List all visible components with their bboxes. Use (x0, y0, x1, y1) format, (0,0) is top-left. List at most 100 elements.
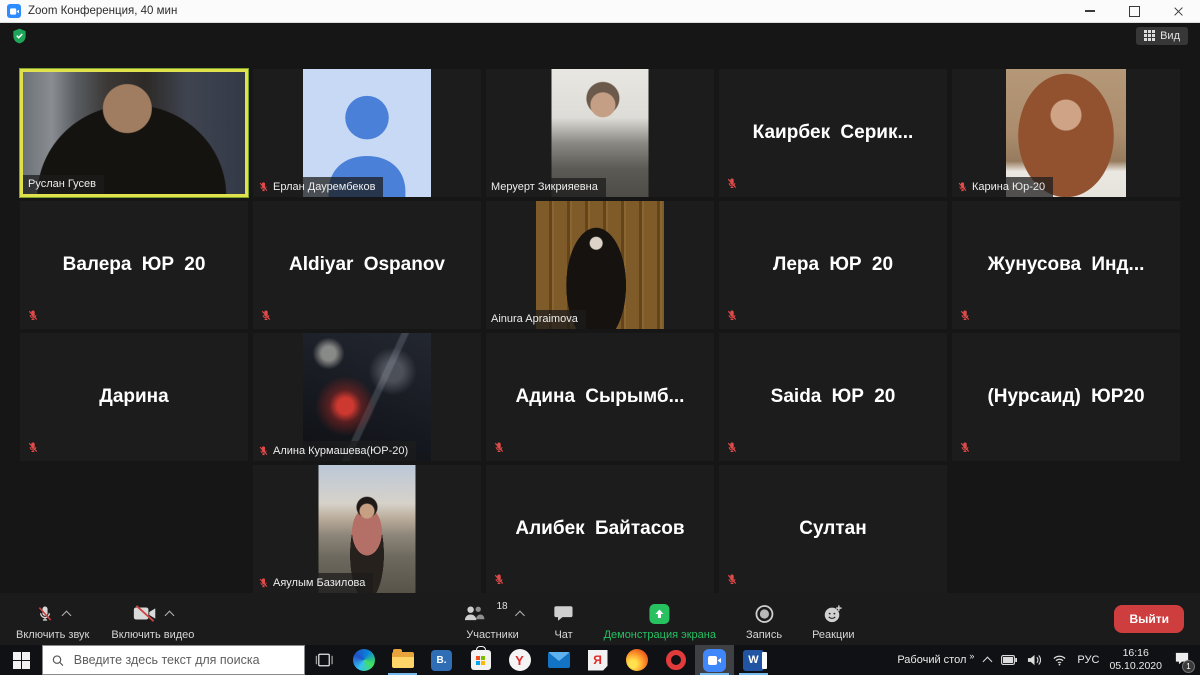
mic-muted-icon (36, 604, 54, 624)
chat-button[interactable]: Чат (554, 598, 574, 641)
yandex-icon: Я (588, 650, 608, 671)
participant-tile[interactable]: Меруерт Зикрияевна (486, 69, 714, 197)
audio-options-chevron[interactable] (61, 611, 71, 621)
record-button[interactable]: Запись (746, 598, 782, 641)
participant-name-label: Карина Юр-20 (952, 177, 1053, 197)
taskbar-icon-mail[interactable] (539, 645, 578, 675)
muted-mic-icon (27, 309, 39, 322)
muted-mic-icon (957, 181, 968, 193)
taskbar-icon-microsoft-store[interactable] (461, 645, 500, 675)
microsoft-store-icon (471, 650, 491, 670)
muted-mic-icon (258, 181, 269, 193)
zoom-app-icon (7, 4, 21, 18)
participant-tile[interactable]: Дарина (20, 333, 248, 461)
taskbar-icon-vk[interactable]: B. (422, 645, 461, 675)
participant-tile[interactable]: Жунусова Инд... (952, 201, 1180, 329)
meeting-topbar: Вид (0, 23, 1200, 48)
muted-mic-icon (959, 441, 971, 454)
toolbar-overflow-chevron[interactable]: » (969, 651, 974, 661)
participant-tile[interactable]: Лера ЮР 20 (719, 201, 947, 329)
firefox-icon (626, 649, 648, 671)
start-video-button[interactable]: Включить видео (111, 598, 194, 641)
taskbar-search[interactable] (42, 645, 305, 675)
taskbar-icon-zoom[interactable] (695, 645, 734, 675)
camera-muted-icon (133, 604, 157, 623)
participants-options-chevron[interactable] (515, 611, 525, 621)
window-title: Zoom Конференция, 40 мин (28, 5, 177, 17)
participant-tile[interactable]: Ерлан Даурембеков (253, 69, 481, 197)
muted-mic-icon (726, 177, 738, 190)
participant-name-label: Руслан Гусев (23, 175, 104, 194)
maximize-button[interactable] (1112, 0, 1156, 22)
search-input[interactable] (72, 652, 295, 668)
participant-name-label: Ерлан Даурембеков (253, 177, 383, 197)
participant-tile[interactable]: Валера ЮР 20 (20, 201, 248, 329)
speaker-icon[interactable] (1027, 654, 1042, 666)
participant-tile[interactable]: Saida ЮР 20 (719, 333, 947, 461)
share-screen-button[interactable]: Демонстрация экрана (604, 598, 716, 641)
task-view-button[interactable] (305, 645, 344, 675)
muted-mic-icon (726, 309, 738, 322)
participant-tile[interactable]: Каирбек Серик... (719, 69, 947, 197)
language-indicator[interactable]: РУС (1077, 654, 1099, 666)
taskbar-icon-firefox[interactable] (617, 645, 656, 675)
participants-count-badge: 18 (496, 601, 507, 612)
muted-mic-icon (726, 441, 738, 454)
participant-tile[interactable]: Султан (719, 465, 947, 593)
muted-mic-icon (493, 441, 505, 454)
participant-tile[interactable]: Карина Юр-20 (952, 69, 1180, 197)
notification-count-badge: 1 (1182, 660, 1195, 673)
participants-button[interactable]: 18 Участники (461, 598, 523, 641)
start-button[interactable] (0, 645, 42, 675)
security-shield-icon[interactable] (12, 28, 27, 44)
muted-mic-icon (726, 573, 738, 586)
chat-icon (554, 604, 574, 623)
participant-tile[interactable]: Aldiyar Ospanov (253, 201, 481, 329)
close-button[interactable] (1156, 0, 1200, 22)
participant-tile[interactable]: (Нурсаид) ЮР20 (952, 333, 1180, 461)
video-grid: Руслан Гусев Ерлан Даурембеков Ме (20, 69, 1180, 593)
participant-tile[interactable]: Алибек Байтасов (486, 465, 714, 593)
participant-name-label: Аяулым Базилова (253, 573, 373, 593)
taskbar-icon-edge[interactable] (344, 645, 383, 675)
tray-date: 05.10.2020 (1109, 660, 1162, 673)
taskbar-icon-yandex-browser[interactable]: Y (500, 645, 539, 675)
share-screen-icon (650, 604, 670, 624)
unmute-button[interactable]: Включить звук (16, 598, 89, 641)
battery-icon[interactable] (1001, 655, 1017, 665)
muted-mic-icon (260, 309, 272, 322)
participant-name-label: Алина Курмашева(ЮР-20) (253, 441, 416, 461)
participant-tile[interactable]: Адина Сырымб... (486, 333, 714, 461)
desktop-toolbar[interactable]: Рабочий стол » (897, 654, 974, 666)
muted-mic-icon (493, 573, 505, 586)
participant-name-label: Меруерт Зикрияевна (486, 178, 606, 197)
leave-button[interactable]: Выйти (1114, 605, 1184, 633)
taskbar-icon-word[interactable]: W (734, 645, 773, 675)
windows-taskbar: B. Y Я W Рабочий стол » РУС 16:16 05.10.… (0, 645, 1200, 675)
meeting-area: Вид Руслан Гусев Ерлан Даурембек (0, 23, 1200, 645)
window-titlebar: Zoom Конференция, 40 мин (0, 0, 1200, 23)
word-icon: W (743, 650, 764, 671)
minimize-button[interactable] (1068, 0, 1112, 22)
participant-tile[interactable]: Алина Курмашева(ЮР-20) (253, 333, 481, 461)
taskbar-icon-file-explorer[interactable] (383, 645, 422, 675)
file-explorer-icon (392, 652, 414, 668)
yandex-browser-icon: Y (509, 649, 531, 671)
windows-logo-icon (13, 652, 30, 669)
gallery-view-icon (1144, 30, 1155, 41)
video-options-chevron[interactable] (164, 611, 174, 621)
search-icon (52, 654, 64, 667)
taskbar-clock[interactable]: 16:16 05.10.2020 (1109, 647, 1162, 673)
participant-tile[interactable]: Аяулым Базилова (253, 465, 481, 593)
wifi-icon[interactable] (1052, 654, 1067, 666)
participant-tile[interactable]: Ainura Apraimova (486, 201, 714, 329)
participant-tile[interactable]: Руслан Гусев (20, 69, 248, 197)
hidden-icons-chevron[interactable] (983, 656, 993, 666)
view-button[interactable]: Вид (1136, 27, 1188, 45)
taskbar-icon-yandex[interactable]: Я (578, 645, 617, 675)
reactions-button[interactable]: Реакции (812, 598, 855, 641)
task-view-icon (315, 652, 334, 668)
muted-mic-icon (27, 441, 39, 454)
notification-center-button[interactable]: 1 (1174, 652, 1190, 669)
taskbar-icon-opera[interactable] (656, 645, 695, 675)
